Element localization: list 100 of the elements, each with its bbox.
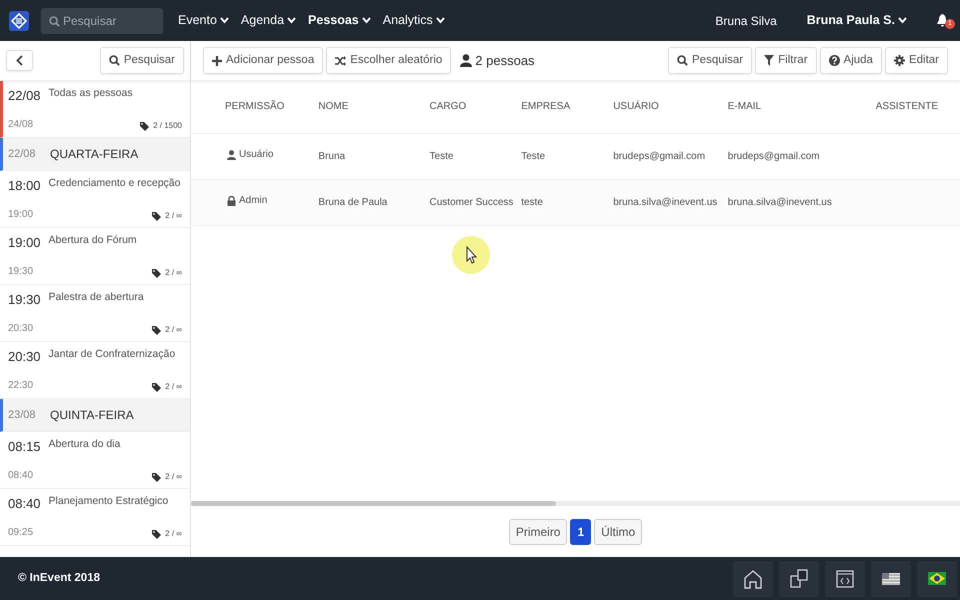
translate-icon <box>790 568 808 588</box>
home-button[interactable] <box>733 560 773 596</box>
nav-menu[interactable]: Agenda <box>240 11 296 30</box>
session-count: 2 / ∞ <box>165 381 182 393</box>
day-name: QUARTA-FEIRA <box>50 146 138 163</box>
end-time: 24/08 <box>8 118 34 132</box>
start-time: 20:30 <box>8 348 41 366</box>
random-button[interactable]: Escolher aleatório <box>326 46 452 74</box>
start-time: 08:15 <box>8 438 41 456</box>
copyright-text: © InEvent 2018 <box>18 570 100 586</box>
session-title: Credenciamento e recepção <box>48 176 180 191</box>
start-time: 18:00 <box>8 177 41 195</box>
lock-icon <box>227 196 236 206</box>
chevron-down-icon <box>362 17 371 24</box>
pagination-button[interactable]: Primeiro <box>508 518 568 544</box>
session-title: Palestra de abertura <box>48 290 144 305</box>
code-icon <box>836 570 854 588</box>
tags-icon <box>152 326 162 334</box>
end-time: 09:25 <box>8 526 34 540</box>
filter-icon <box>764 55 774 66</box>
nav-menu[interactable]: Analytics <box>382 11 445 30</box>
edit-button[interactable]: Editar <box>884 46 948 74</box>
day-header[interactable]: 22/08 QUARTA-FEIRA <box>0 138 190 171</box>
session-item[interactable]: 18:00 Credenciamento e recepção 19:00 2 / ∞ <box>0 171 190 228</box>
start-time: 19:00 <box>8 234 41 252</box>
language-button[interactable] <box>871 560 911 596</box>
end-time: 19:00 <box>8 208 34 222</box>
column-header: ASSISTENTE <box>876 101 938 112</box>
account-menu[interactable]: Bruna Paula S. <box>806 11 907 30</box>
code-button[interactable] <box>825 560 865 596</box>
chevron-down-icon <box>220 17 229 24</box>
day-date: 22/08 <box>8 146 37 162</box>
end-time: 08:40 <box>8 469 34 483</box>
session-count: 2 / ∞ <box>165 528 182 540</box>
session-item[interactable]: 08:40 Planejamento Estratégico 09:25 2 / ∞ <box>0 489 190 546</box>
session-item[interactable]: 19:30 Palestra de abertura 20:30 2 / ∞ <box>0 285 190 342</box>
end-time: 22:30 <box>8 379 34 393</box>
column-header: PERMISSÃO <box>225 101 284 112</box>
column-header: CARGO <box>430 101 466 112</box>
tags-icon <box>152 212 162 220</box>
table-cell: Teste <box>521 150 546 162</box>
permission-cell-text: Usuário <box>239 148 274 162</box>
person-icon <box>227 150 236 160</box>
search-icon <box>108 55 120 66</box>
filter-button[interactable]: Filtrar <box>755 46 817 74</box>
table-cell: brudeps@gmail.com <box>728 150 820 162</box>
language-button[interactable] <box>917 560 957 596</box>
session-title: Jantar de Confraternização <box>48 347 176 362</box>
day-name: QUINTA-FEIRA <box>50 407 134 424</box>
gear-icon <box>894 55 905 66</box>
search-button[interactable]: Pesquisar <box>668 46 752 74</box>
flag-icon <box>882 572 900 584</box>
home-icon <box>744 568 762 588</box>
search-button[interactable]: Pesquisar <box>100 46 184 74</box>
start-time: 19:30 <box>8 291 41 309</box>
help-button[interactable]: Ajuda <box>820 46 882 74</box>
session-title: Planejamento Estratégico <box>48 494 168 509</box>
translate-button[interactable] <box>779 560 819 596</box>
session-title: Abertura do Fórum <box>48 233 137 248</box>
session-item[interactable]: 19:00 Abertura do Fórum 19:30 2 / ∞ <box>0 228 190 285</box>
chevron-left-icon <box>16 55 23 66</box>
person-icon <box>460 54 472 67</box>
flag-icon <box>928 572 946 585</box>
session-count: 2 / 1500 <box>153 120 182 132</box>
start-time: 08:40 <box>8 495 41 513</box>
nav-menu[interactable]: Evento <box>178 11 229 30</box>
chevron-down-icon <box>436 17 445 24</box>
plus-icon <box>212 56 222 66</box>
pagination-button[interactable]: Último <box>594 518 642 544</box>
notification-bell-icon[interactable] <box>937 14 948 27</box>
back-button[interactable] <box>6 50 33 71</box>
column-header: E-MAIL <box>728 101 762 112</box>
permission-cell-text: Admin <box>239 194 268 208</box>
day-date: 23/08 <box>8 408 37 423</box>
table-cell: Bruna de Paula <box>318 196 388 208</box>
tags-icon <box>152 530 162 538</box>
chevron-down-icon <box>898 17 907 24</box>
help-icon <box>828 55 840 66</box>
column-header: USUÁRIO <box>613 101 659 112</box>
tags-icon <box>140 122 150 130</box>
end-time: 20:30 <box>8 322 34 336</box>
table-cell: Teste <box>430 150 454 162</box>
user-name: Bruna Silva <box>715 12 777 30</box>
table-cell: brudeps@gmail.com <box>613 150 706 162</box>
people-count: 2 pessoas <box>475 52 535 70</box>
add-person-button[interactable]: Adicionar pessoa <box>203 46 324 74</box>
table-cell: bruna.silva@inevent.us <box>728 196 832 208</box>
search-icon <box>677 55 688 66</box>
session-count: 2 / ∞ <box>165 324 182 336</box>
search-field[interactable]: Pesquisar <box>41 8 163 34</box>
chevron-down-icon <box>287 17 296 24</box>
session-count: 2 / ∞ <box>165 471 182 483</box>
day-header[interactable]: 23/08 QUINTA-FEIRA <box>0 399 190 432</box>
table-cell: Bruna <box>318 150 346 162</box>
tags-icon <box>152 382 162 392</box>
session-item[interactable]: 08:15 Abertura do dia 08:40 2 / ∞ <box>0 432 190 489</box>
table-cell: Customer Success <box>430 196 514 208</box>
nav-menu[interactable]: Pessoas <box>308 11 371 30</box>
end-time: 19:30 <box>8 265 34 279</box>
pagination-button[interactable]: 1 <box>570 518 592 544</box>
